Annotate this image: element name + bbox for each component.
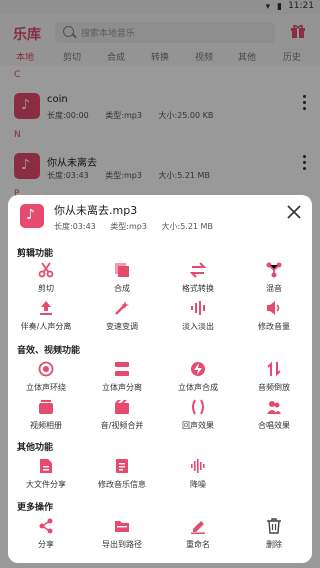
scissors-icon (38, 262, 54, 278)
cell-label: 混音 (266, 284, 282, 293)
cell-label: 删除 (266, 540, 282, 549)
cell-label: 视频相册 (30, 421, 62, 430)
cell-label: 重命名 (186, 540, 210, 549)
merge-button[interactable]: 合成 (84, 262, 160, 300)
swap-icon (190, 262, 206, 278)
surround-button[interactable]: 立体声环绕 (8, 361, 84, 399)
cell-label: 音频倒放 (258, 383, 290, 392)
fade-button[interactable]: 淡入淡出 (160, 300, 236, 338)
reverse-button[interactable]: 音频倒放 (236, 361, 312, 399)
chorus-button[interactable]: 合唱效果 (236, 399, 312, 437)
speed-pitch-button[interactable]: 变速变调 (84, 300, 160, 338)
cell-label: 分享 (38, 540, 54, 549)
upload-icon (38, 300, 54, 316)
export-folder-icon (114, 518, 130, 534)
video-merge-icon (114, 399, 130, 415)
cell-label: 导出到路径 (102, 540, 142, 549)
doc-edit-icon (114, 458, 130, 474)
magic-wand-icon (114, 300, 130, 316)
sheet-title: 你从未离去.mp3 (54, 204, 138, 217)
music-note-icon: ♪ (20, 204, 44, 228)
waveform-icon (190, 458, 206, 474)
section-title: 音效、视频功能 (17, 346, 81, 356)
close-icon[interactable] (286, 204, 302, 220)
reverse-icon (266, 361, 282, 377)
file-share-icon (38, 458, 54, 474)
cell-label: 变速变调 (106, 322, 138, 331)
stereo-split-button[interactable]: 立体声分离 (84, 361, 160, 399)
echo-button[interactable]: 回声效果 (160, 399, 236, 437)
cell-label: 立体声环绕 (26, 383, 66, 392)
section-title: 剪辑功能 (17, 249, 54, 259)
fade-bars-icon (190, 300, 206, 316)
surround-icon (38, 361, 54, 377)
vocal-separate-button[interactable]: 伴奏/人声分离 (8, 300, 84, 338)
sheet-size: 大小:5.21 MB (161, 222, 213, 231)
cell-label: 回声效果 (182, 421, 214, 430)
chorus-icon (266, 399, 282, 415)
trash-icon (266, 518, 282, 534)
section-title: 更多操作 (17, 503, 54, 513)
share-icon (38, 518, 54, 534)
cell-label: 淡入淡出 (182, 322, 214, 331)
sheet-meta: 长度:03:43 类型:mp3 大小:5.21 MB (54, 221, 225, 232)
sheet-length: 长度:03:43 (54, 222, 96, 231)
cell-label: 音/视频合并 (100, 421, 144, 430)
split-icon (114, 361, 130, 377)
cell-label: 伴奏/人声分离 (20, 322, 72, 331)
video-merge-button[interactable]: 音/视频合并 (84, 399, 160, 437)
share-button[interactable]: 分享 (8, 518, 84, 556)
stereo-merge-button[interactable]: 立体声合成 (160, 361, 236, 399)
volume-button[interactable]: 修改音量 (236, 300, 312, 338)
delete-button[interactable]: 删除 (236, 518, 312, 556)
edit-info-button[interactable]: 修改音乐信息 (84, 458, 160, 496)
pencil-icon (190, 518, 206, 534)
denoise-button[interactable]: 降噪 (160, 458, 236, 496)
bolt-icon (190, 361, 206, 377)
sheet-type: 类型:mp3 (110, 222, 147, 231)
cell-label: 大文件分享 (26, 480, 66, 489)
volume-icon (266, 300, 282, 316)
cell-label: 修改音乐信息 (98, 480, 146, 489)
stack-icon (114, 262, 130, 278)
cell-label: 合成 (114, 284, 130, 293)
format-convert-button[interactable]: 格式转换 (160, 262, 236, 300)
scissors-button[interactable]: 剪切 (8, 262, 84, 300)
action-sheet: ♪ 你从未离去.mp3 长度:03:43 类型:mp3 大小:5.21 MB 剪… (8, 195, 312, 563)
cell-label: 合唱效果 (258, 421, 290, 430)
cell-label: 修改音量 (258, 322, 290, 331)
cell-label: 降噪 (190, 480, 206, 489)
export-button[interactable]: 导出到路径 (84, 518, 160, 556)
cell-label: 立体声合成 (178, 383, 218, 392)
mix-button[interactable]: 混音 (236, 262, 312, 300)
rename-button[interactable]: 重命名 (160, 518, 236, 556)
cell-label: 格式转换 (182, 284, 214, 293)
section-title: 其他功能 (17, 443, 54, 453)
video-album-button[interactable]: 视频相册 (8, 399, 84, 437)
file-share-button[interactable]: 大文件分享 (8, 458, 84, 496)
echo-icon (190, 399, 206, 415)
album-icon (38, 399, 54, 415)
mix-icon (266, 262, 282, 278)
cell-label: 立体声分离 (102, 383, 142, 392)
cell-label: 剪切 (38, 284, 54, 293)
